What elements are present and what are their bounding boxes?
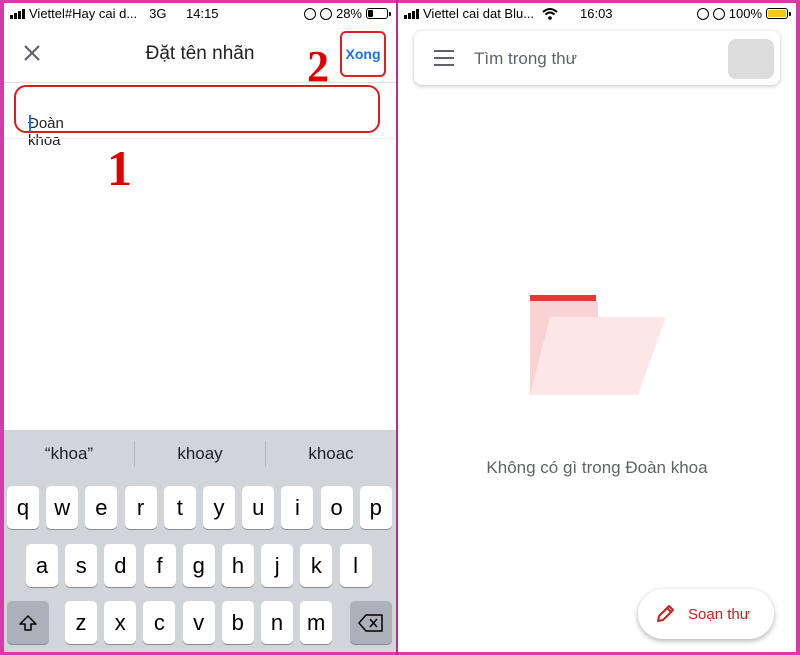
network-type: 3G — [149, 6, 167, 21]
key-t[interactable]: t — [163, 486, 196, 529]
battery-icon — [366, 8, 391, 19]
label-name-value: Đoàn khoa — [28, 115, 64, 149]
key-s[interactable]: s — [65, 544, 98, 587]
battery-percent: 100% — [728, 6, 762, 21]
alarm-icon — [696, 7, 709, 20]
key-q[interactable]: q — [7, 486, 39, 529]
empty-folder-icon — [530, 295, 666, 395]
annotation-number-2: 2 — [307, 42, 329, 91]
key-e[interactable]: e — [85, 486, 118, 529]
signal-icon — [10, 8, 25, 19]
status-time: 14:15 — [186, 6, 219, 21]
status-time: 16:03 — [580, 6, 613, 21]
label-name-screen: Viettel#Hay cai d... 3G 14:15 28% Đặt tê… — [4, 3, 396, 652]
done-button[interactable]: Xong — [340, 31, 386, 77]
suggestion-item[interactable]: khoac — [266, 444, 396, 464]
key-m[interactable]: m — [300, 601, 333, 644]
key-o[interactable]: o — [320, 486, 353, 529]
key-g[interactable]: g — [182, 544, 215, 587]
keyboard: “khoa” khoay khoac qwertyuiop asdfghjkl zx… — [4, 430, 396, 652]
text-cursor — [29, 115, 31, 132]
key-y[interactable]: y — [203, 486, 235, 529]
label-name-input[interactable]: Đoàn khoa — [14, 85, 380, 149]
signal-icon — [404, 8, 419, 19]
annotation-number-1: 1 — [107, 140, 132, 196]
wifi-icon — [542, 7, 558, 20]
dialog-header: Đặt tên nhãn 2 Xong — [4, 23, 396, 89]
compose-label: Soạn thư — [688, 605, 750, 623]
key-k[interactable]: k — [300, 544, 333, 587]
rotation-lock-icon — [712, 7, 725, 20]
key-i[interactable]: i — [281, 486, 314, 529]
key-b[interactable]: b — [221, 601, 254, 644]
key-w[interactable]: w — [46, 486, 79, 529]
status-bar: Viettel cai dat Blu... 16:03 100% — [398, 3, 796, 23]
key-n[interactable]: n — [261, 601, 293, 644]
backspace-key[interactable] — [350, 601, 392, 644]
key-c[interactable]: c — [143, 601, 176, 644]
key-l[interactable]: l — [339, 544, 372, 587]
key-a[interactable]: a — [26, 544, 58, 587]
search-placeholder: Tìm trong thư — [474, 49, 578, 68]
carrier-name: Viettel#Hay cai d... — [29, 6, 138, 21]
dialog-title: Đặt tên nhãn — [145, 43, 255, 64]
search-bar[interactable]: Tìm trong thư — [414, 31, 780, 85]
battery-percent: 28% — [335, 6, 362, 21]
key-v[interactable]: v — [182, 601, 215, 644]
rotation-lock-icon — [319, 7, 332, 20]
key-d[interactable]: d — [104, 544, 137, 587]
key-r[interactable]: r — [124, 486, 157, 529]
key-j[interactable]: j — [261, 544, 294, 587]
suggestion-item[interactable]: “khoa” — [4, 444, 134, 464]
suggestion-bar: “khoa” khoay khoac — [4, 430, 396, 478]
key-u[interactable]: u — [242, 486, 275, 529]
shift-icon — [19, 614, 37, 631]
inbox-screen: Viettel cai dat Blu... 16:03 100% Tìm tr… — [398, 3, 796, 652]
key-p[interactable]: p — [359, 486, 392, 529]
separator — [4, 138, 396, 139]
key-f[interactable]: f — [143, 544, 176, 587]
battery-icon — [766, 8, 791, 19]
backspace-icon — [358, 613, 383, 632]
suggestion-item[interactable]: khoay — [135, 444, 265, 464]
empty-state-message: Không có gì trong Đoàn khoa — [486, 458, 708, 477]
key-z[interactable]: z — [65, 601, 97, 644]
avatar[interactable] — [728, 39, 774, 79]
compose-button[interactable]: Soạn thư — [638, 589, 774, 639]
key-x[interactable]: x — [104, 601, 137, 644]
menu-icon[interactable] — [434, 50, 454, 66]
pencil-icon — [657, 605, 674, 622]
key-h[interactable]: h — [222, 544, 254, 587]
carrier-name: Viettel cai dat Blu... — [423, 6, 535, 21]
status-bar: Viettel#Hay cai d... 3G 14:15 28% — [4, 3, 396, 23]
shift-key[interactable] — [7, 601, 49, 644]
alarm-icon — [303, 7, 316, 20]
